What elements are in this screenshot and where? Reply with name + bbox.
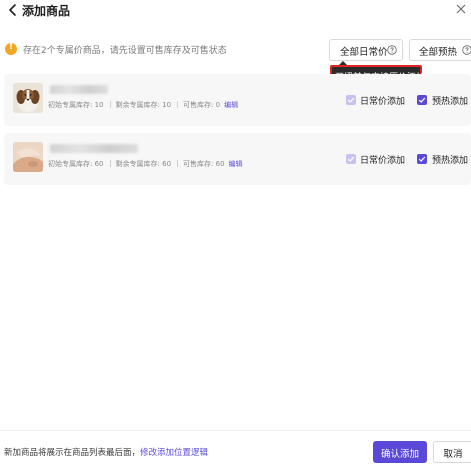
warning-icon: ! — [5, 42, 17, 55]
hand-product-photo — [13, 142, 43, 172]
help-icon[interactable] — [462, 45, 471, 55]
initial-stock: 初始专属库存: 60 — [48, 160, 104, 168]
cancel-label: 取消 — [443, 449, 463, 460]
stock-info: 初始专属库存: 60 剩余专属库存: 60 可售库存: 60 编辑 — [48, 159, 243, 169]
normal-price-label: 日常价添加 — [360, 97, 406, 107]
help-icon[interactable] — [387, 45, 397, 55]
remaining-stock: 剩余专属库存: 60 — [115, 160, 172, 168]
initial-stock: 初始专属库存: 10 — [48, 101, 104, 109]
cancel-button[interactable]: 取消 — [433, 441, 471, 463]
product-name-redacted — [50, 85, 108, 94]
sellable-stock: 可售库存: 60 — [183, 160, 225, 168]
confirm-add-label: 确认添加 — [380, 449, 419, 460]
change-position-link[interactable]: 修改添加位置逻辑 — [140, 448, 208, 458]
stock-info: 初始专属库存: 10 剩余专属库存: 10 可售库存: 0 编辑 — [48, 100, 238, 110]
normal-price-checkbox[interactable] — [346, 154, 356, 164]
close-icon[interactable] — [455, 3, 467, 15]
footer-divider — [0, 430, 471, 431]
dog-photo — [13, 83, 43, 113]
product-card: 初始专属库存: 60 剩余专属库存: 60 可售库存: 60 编辑 日常价添加 预热添… — [4, 133, 471, 185]
preheat-label: 预热添加 — [432, 156, 469, 166]
product-name-redacted — [50, 144, 138, 153]
sellable-stock: 可售库存: 0 — [183, 101, 221, 109]
normal-price-checkbox[interactable] — [346, 95, 356, 105]
notice-text: 存在2个专属价商品，请先设置可售库存及可售状态 — [23, 46, 227, 56]
normal-price-label: 日常价添加 — [360, 156, 406, 166]
dialog-header: 添加商品 — [0, 0, 471, 22]
footer-note-text: 新加商品将展示在商品列表最后面， — [4, 448, 141, 458]
preheat-checkbox[interactable] — [417, 154, 427, 164]
all-preheat-label: 全部预热 — [419, 47, 458, 58]
page-title: 添加商品 — [22, 4, 71, 18]
all-preheat-button[interactable]: 全部预热 — [409, 39, 471, 61]
edit-stock-link[interactable]: 编辑 — [224, 101, 238, 109]
chevron-left-icon[interactable] — [6, 3, 20, 17]
preheat-checkbox[interactable] — [417, 95, 427, 105]
product-thumbnail — [13, 83, 43, 113]
all-normal-price-label: 全部日常价 — [340, 47, 388, 58]
product-card: 初始专属库存: 10 剩余专属库存: 10 可售库存: 0 编辑 日常价添加 预热添加 — [4, 74, 471, 126]
edit-stock-link[interactable]: 编辑 — [229, 160, 243, 168]
remaining-stock: 剩余专属库存: 10 — [115, 101, 172, 109]
footer-note: 新加商品将展示在商品列表最后面，修改添加位置逻辑 — [4, 446, 208, 458]
preheat-label: 预热添加 — [432, 97, 469, 107]
all-normal-price-button[interactable]: 全部日常价 — [329, 39, 403, 61]
confirm-add-button[interactable]: 确认添加 — [373, 441, 427, 463]
product-thumbnail — [13, 142, 43, 172]
